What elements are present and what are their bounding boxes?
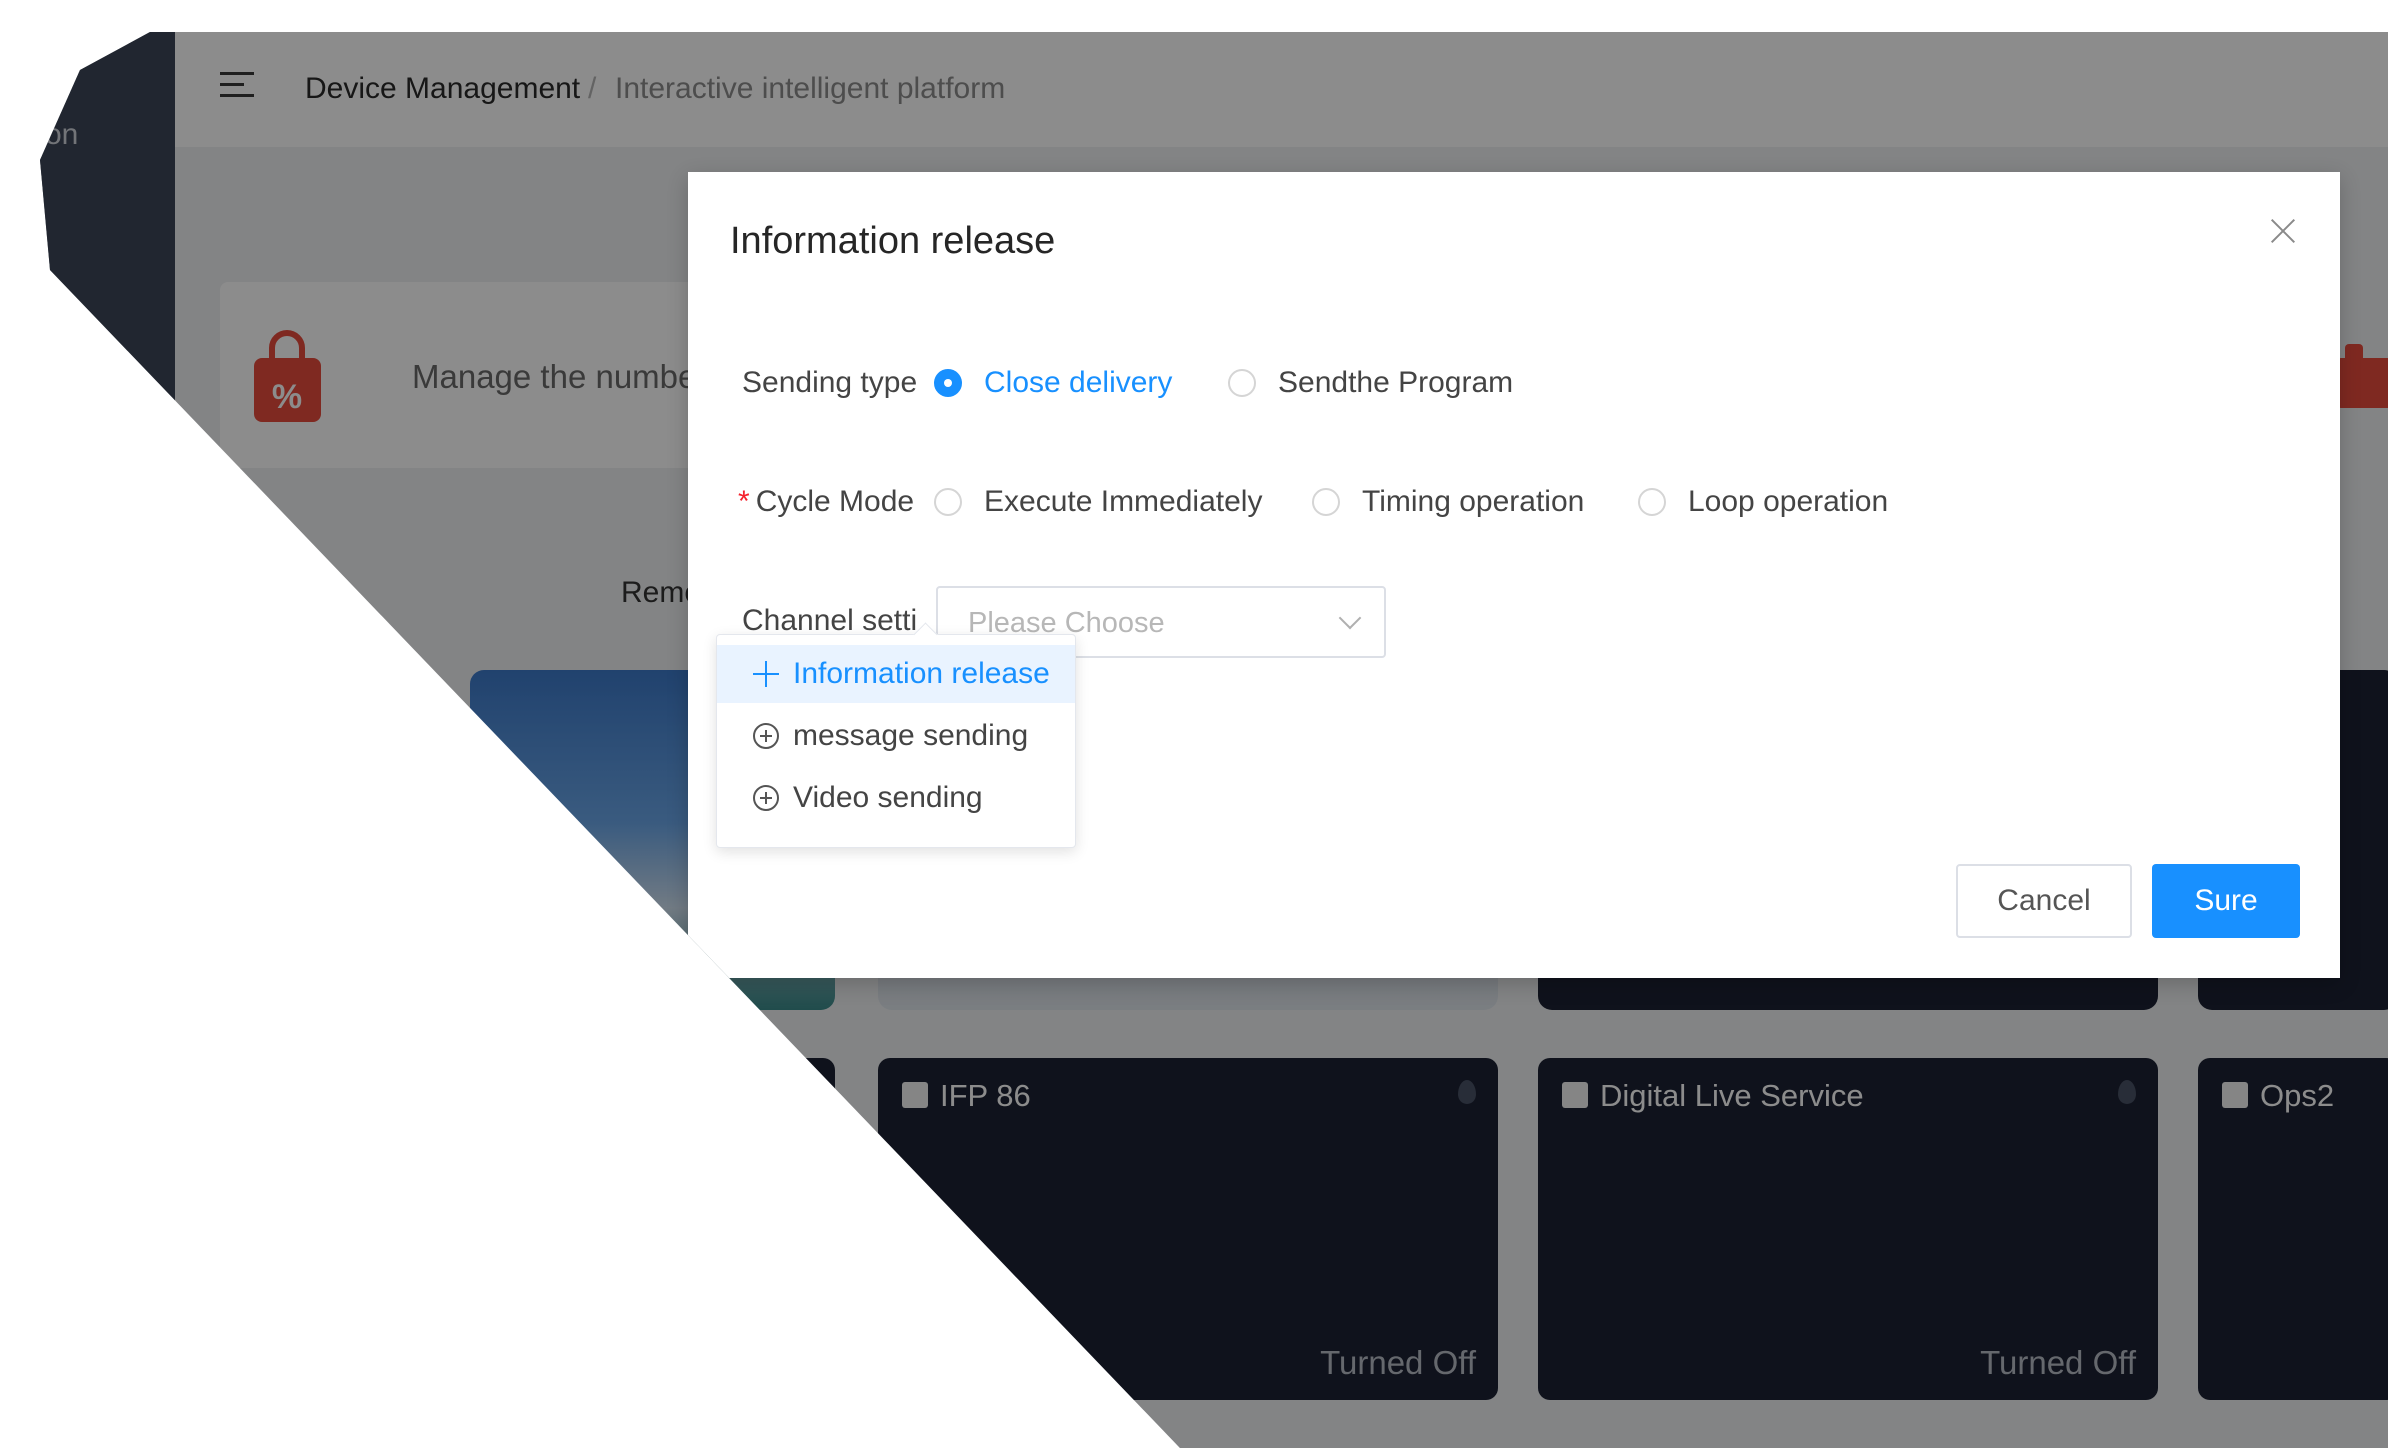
cancel-button[interactable]: Cancel <box>1956 864 2132 938</box>
plus-icon <box>753 661 779 687</box>
cycle-mode-label: * Cycle Mode <box>738 485 914 519</box>
device-checkbox[interactable] <box>2222 1082 2248 1108</box>
menu-toggle-icon[interactable] <box>220 70 254 100</box>
cycle-mode-text: Cycle Mode <box>755 485 915 518</box>
dialog-title: Information release <box>730 220 1056 262</box>
channel-dropdown: Information release message sending Vide… <box>716 622 1076 848</box>
radio-execute-immediately[interactable]: Execute Immediately <box>934 485 1262 519</box>
breadcrumb-device-management[interactable]: Device Management <box>305 72 580 106</box>
circle-plus-icon <box>753 785 779 811</box>
device-card[interactable] <box>720 1058 835 1400</box>
device-title: IFP 86 <box>940 1078 1031 1113</box>
discount-bag-icon: % <box>254 330 321 422</box>
location-pin-icon <box>2118 1080 2136 1104</box>
breadcrumb-separator: / <box>588 72 597 105</box>
device-title: Digital Live Service <box>1600 1078 1864 1113</box>
radio-timing-operation[interactable]: Timing operation <box>1312 485 1584 519</box>
banner-text: Manage the numbe <box>412 358 697 395</box>
radio-unchecked-icon <box>1638 488 1666 516</box>
gift-icon <box>2335 344 2388 408</box>
close-icon[interactable] <box>2270 218 2296 244</box>
location-pin-icon <box>1458 1080 1476 1104</box>
radio-close-delivery[interactable]: Close delivery <box>934 366 1172 400</box>
circle-plus-icon <box>753 723 779 749</box>
device-status: Turned Off <box>1980 1344 2136 1381</box>
dropdown-item-video-sending[interactable]: Video sending <box>717 769 1075 827</box>
channel-setting-label: Channel setti <box>742 604 918 637</box>
radio-checked-icon <box>934 369 962 397</box>
device-card[interactable]: IFP 86 Turned Off <box>878 1058 1498 1400</box>
radio-label: Timing operation <box>1362 485 1585 518</box>
device-card[interactable]: Digital Live Service Turned Off <box>1538 1058 2158 1400</box>
radio-label: Sendthe Program <box>1278 366 1514 399</box>
device-card[interactable]: Ops2 <box>2198 1058 2388 1400</box>
sending-type-label: Sending type <box>742 366 918 399</box>
chevron-down-icon <box>1338 606 1362 630</box>
device-checkbox[interactable] <box>1562 1082 1588 1108</box>
information-release-dialog: Information release Sending type Close d… <box>688 172 2340 978</box>
dropdown-item-label: Information release <box>793 657 1050 690</box>
radio-label: Loop operation <box>1688 485 1889 518</box>
required-mark: * <box>738 485 750 518</box>
svg-text:%: % <box>272 378 302 416</box>
radio-loop-operation[interactable]: Loop operation <box>1638 485 1888 519</box>
radio-unchecked-icon <box>1228 369 1256 397</box>
header: Device Management / Interactive intellig… <box>175 32 2388 147</box>
radio-send-program[interactable]: Sendthe Program <box>1228 366 1513 400</box>
dropdown-item-label: Video sending <box>793 781 983 814</box>
breadcrumb-current: Interactive intelligent platform <box>615 72 1006 105</box>
dropdown-item-information-release[interactable]: Information release <box>717 645 1075 703</box>
dropdown-item-label: message sending <box>793 719 1029 752</box>
device-checkbox[interactable] <box>902 1082 928 1108</box>
radio-label: Close delivery <box>984 366 1173 399</box>
radio-unchecked-icon <box>934 488 962 516</box>
device-status: Turned Off <box>1320 1344 1476 1381</box>
sidebar-item-label[interactable]: tion <box>40 118 78 152</box>
radio-label: Execute Immediately <box>984 485 1263 518</box>
dropdown-item-message-sending[interactable]: message sending <box>717 707 1075 765</box>
device-title: Ops2 <box>2260 1078 2335 1113</box>
sidebar: tion <box>40 32 175 1448</box>
radio-unchecked-icon <box>1312 488 1340 516</box>
app-screenshot: tion Device Management / Interactive int… <box>40 32 2388 1448</box>
sure-button[interactable]: Sure <box>2152 864 2300 938</box>
